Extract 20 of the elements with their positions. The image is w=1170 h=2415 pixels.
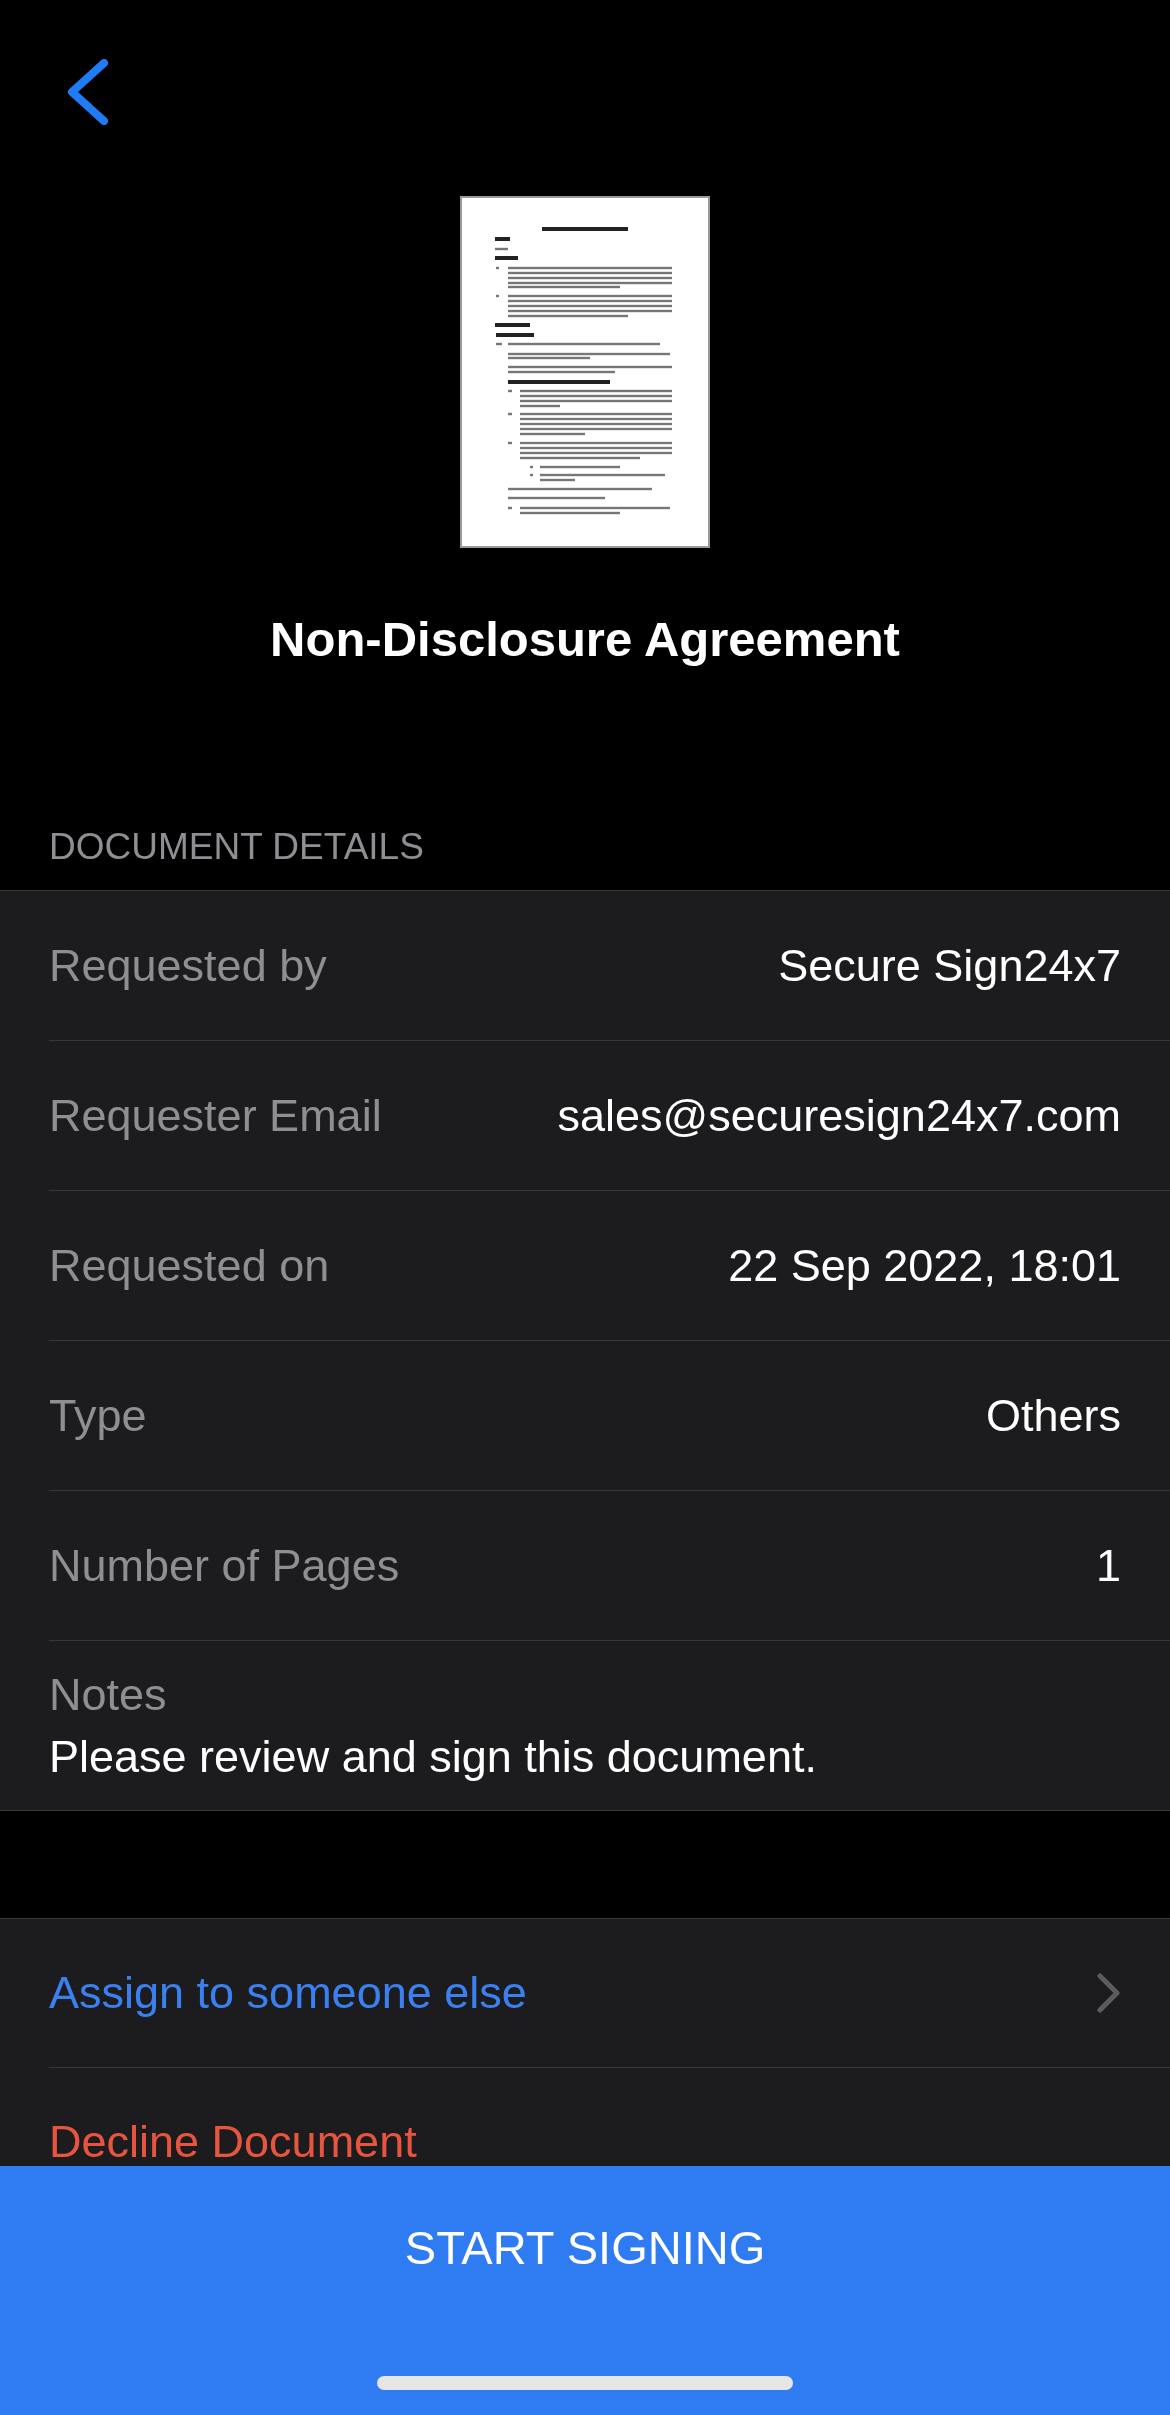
detail-value: sales@securesign24x7.com bbox=[557, 1089, 1121, 1142]
detail-value: Secure Sign24x7 bbox=[778, 939, 1121, 992]
detail-value: Others bbox=[985, 1389, 1121, 1442]
start-signing-button[interactable]: START SIGNING bbox=[0, 2166, 1170, 2415]
decline-button[interactable]: Decline Document bbox=[49, 2068, 1170, 2166]
assign-button[interactable]: Assign to someone else bbox=[49, 1919, 1170, 2068]
detail-value: 1 bbox=[1095, 1539, 1121, 1592]
detail-label: Type bbox=[49, 1389, 147, 1442]
detail-label: Number of Pages bbox=[49, 1539, 400, 1592]
notes-label: Notes bbox=[49, 1669, 167, 1721]
detail-value: 22 Sep 2022, 18:01 bbox=[728, 1239, 1121, 1292]
detail-label: Requester Email bbox=[49, 1089, 382, 1142]
detail-label: Requested on bbox=[49, 1239, 330, 1292]
document-title: Non-Disclosure Agreement bbox=[269, 611, 901, 668]
chevron-right-icon bbox=[1097, 1973, 1121, 2013]
notes-text: Please review and sign this document. bbox=[49, 1731, 817, 1783]
chevron-left-icon bbox=[66, 59, 110, 125]
detail-label: Requested by bbox=[49, 939, 327, 992]
back-button[interactable] bbox=[66, 59, 110, 125]
section-heading: DOCUMENT DETAILS bbox=[48, 825, 425, 869]
